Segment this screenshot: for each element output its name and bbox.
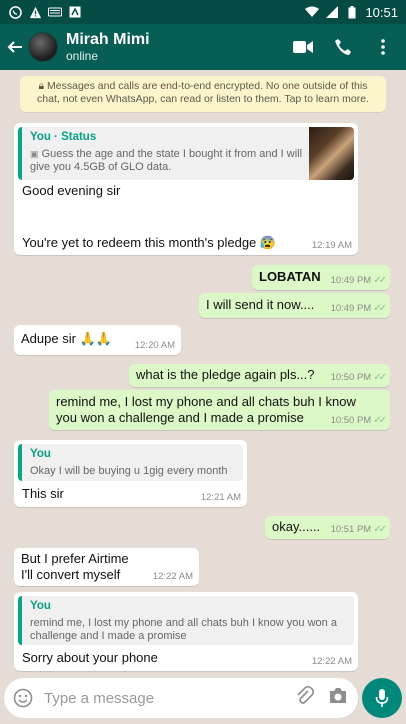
avatar[interactable] (28, 32, 58, 62)
signal-icon (325, 5, 339, 19)
delivered-ticks-icon: ✓✓ (373, 524, 387, 535)
message-text: But I prefer Airtime I'll convert myself (21, 551, 129, 582)
chat-area[interactable]: 🔒︎ Messages and calls are end-to-end enc… (0, 70, 406, 674)
back-arrow-icon[interactable] (2, 24, 28, 70)
quoted-status[interactable]: You · Status ▣ Guess the age and the sta… (18, 127, 354, 180)
emoji-icon[interactable] (12, 687, 34, 709)
contact-status: online (66, 48, 99, 63)
status-bar: 10:51 (0, 0, 406, 24)
message-time: 10:49 PM ✓✓ (330, 303, 387, 314)
delivered-ticks-icon: ✓✓ (373, 275, 387, 286)
message-input[interactable]: Type a message (44, 690, 154, 707)
message-text: what is the pledge again pls...? (136, 367, 315, 382)
message-text: I will send it now.... (206, 297, 315, 312)
message-text: remind me, I lost my phone and all chats… (56, 394, 356, 425)
quoted-message[interactable]: You Okay I will be buying u 1gig every m… (18, 444, 243, 481)
more-options-icon[interactable] (372, 36, 394, 58)
delivered-ticks-icon: ✓✓ (373, 372, 387, 383)
message-bubble-incoming[interactable]: You remind me, I lost my phone and all c… (14, 592, 358, 671)
attach-icon[interactable] (296, 685, 315, 711)
quote-author: You (30, 600, 51, 612)
contact-name: Mirah Mimi (66, 30, 150, 48)
message-text: This sir (22, 486, 64, 501)
message-text: You're yet to redeem this month's pledge… (22, 235, 277, 250)
quote-text: Okay I will be buying u 1gig every month (30, 465, 228, 477)
quote-author: You (30, 448, 51, 460)
battery-icon (345, 5, 359, 19)
message-time: 10:50 PM ✓✓ (330, 415, 387, 426)
chat-header: Mirah Mimi online (0, 24, 406, 70)
message-time: 12:20 AM (134, 340, 175, 351)
message-bubble-outgoing[interactable]: I will send it now.... 10:49 PM ✓✓ (199, 293, 390, 318)
delivered-ticks-icon: ✓✓ (373, 303, 387, 314)
status-thumbnail (309, 127, 354, 180)
message-time: 10:51 PM ✓✓ (330, 524, 387, 535)
quote-author: You · Status (30, 131, 97, 143)
message-bubble-outgoing[interactable]: remind me, I lost my phone and all chats… (49, 390, 390, 430)
message-bubble-incoming[interactable]: You Okay I will be buying u 1gig every m… (14, 440, 247, 507)
message-bubble-incoming[interactable]: But I prefer Airtime I'll convert myself… (14, 548, 199, 586)
message-composer[interactable]: Type a message (4, 678, 358, 718)
quoted-message[interactable]: You remind me, I lost my phone and all c… (18, 596, 354, 645)
message-time: 10:50 PM ✓✓ (330, 372, 387, 383)
video-call-icon[interactable] (292, 36, 314, 58)
message-time: 12:22 AM (311, 656, 352, 667)
keyboard-icon (48, 5, 62, 19)
lock-icon: 🔒︎ (38, 80, 45, 92)
message-bubble-incoming[interactable]: Adupe sir 🙏🙏 12:20 AM (14, 325, 181, 355)
voice-call-icon[interactable] (332, 36, 354, 58)
message-text: Good evening sir (22, 183, 121, 198)
image-icon: ▣ (30, 149, 39, 159)
microphone-icon (375, 689, 389, 707)
message-time: 12:19 AM (311, 240, 352, 251)
message-bubble-outgoing[interactable]: okay...... 10:51 PM ✓✓ (265, 516, 390, 539)
message-time: 12:22 AM (152, 571, 193, 582)
message-time: 10:49 PM ✓✓ (330, 275, 387, 286)
quote-text: remind me, I lost my phone and all chats… (30, 617, 337, 642)
microphone-button[interactable] (362, 678, 402, 718)
status-time: 10:51 (365, 4, 398, 20)
message-time: 12:21 AM (200, 492, 241, 503)
delivered-ticks-icon: ✓✓ (373, 415, 387, 426)
message-bubble-outgoing[interactable]: LOBATAN 10:49 PM ✓✓ (252, 265, 390, 290)
quote-text: ▣ Guess the age and the state I bought i… (30, 148, 303, 173)
encryption-notice[interactable]: 🔒︎ Messages and calls are end-to-end enc… (20, 76, 386, 112)
message-bubble-incoming[interactable]: You · Status ▣ Guess the age and the sta… (14, 123, 358, 255)
message-text: Adupe sir 🙏🙏 (21, 331, 112, 346)
contact-info[interactable]: Mirah Mimi online (66, 31, 150, 64)
encryption-notice-text: Messages and calls are end-to-end encryp… (37, 80, 369, 105)
photo-app-icon (68, 5, 82, 19)
warning-icon (28, 5, 42, 19)
camera-icon[interactable] (328, 687, 348, 710)
message-text: Sorry about your phone (22, 650, 158, 665)
message-text: LOBATAN (259, 269, 321, 284)
message-bubble-outgoing[interactable]: what is the pledge again pls...? 10:50 P… (129, 364, 390, 387)
wifi-icon (305, 5, 320, 19)
whatsapp-notification-icon (8, 5, 22, 19)
message-text: okay...... (272, 519, 321, 534)
